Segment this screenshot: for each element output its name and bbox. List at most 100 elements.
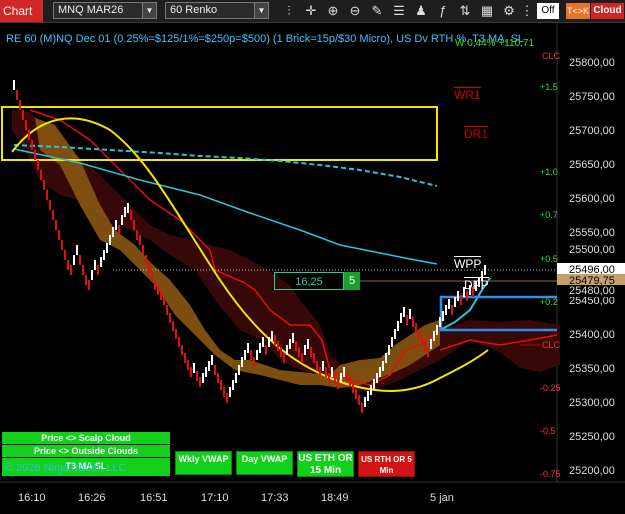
more-icon[interactable]: ⋮ — [518, 2, 536, 20]
renko-down-brick — [298, 347, 300, 357]
renko-up-brick — [241, 357, 243, 367]
renko-up-brick — [484, 265, 486, 275]
renko-up-brick — [376, 373, 378, 383]
weekly-vwap-button[interactable]: Wkly VWAP — [175, 451, 232, 475]
bar-type-icon[interactable]: ⫶ — [280, 2, 298, 20]
renko-down-brick — [184, 353, 186, 363]
renko-up-brick — [259, 343, 261, 353]
renko-down-brick — [46, 190, 48, 200]
crosshair-icon[interactable]: ✛ — [302, 2, 320, 20]
instrument-selector[interactable]: MNQ MAR26 ▼ — [53, 2, 157, 19]
y-tick-label: 25600,00 — [569, 193, 615, 205]
period-selector[interactable]: 60 Renko ▼ — [165, 2, 269, 19]
renko-down-brick — [169, 313, 171, 323]
renko-up-brick — [388, 345, 390, 355]
renko-up-brick — [340, 373, 342, 383]
trade-icon[interactable]: ⇅ — [456, 2, 474, 20]
data-box-icon[interactable]: ▦ — [478, 2, 496, 20]
renko-down-brick — [352, 383, 354, 393]
renko-up-brick — [193, 363, 195, 373]
renko-up-brick — [400, 313, 402, 323]
renko-down-brick — [214, 365, 216, 375]
chart-tab[interactable]: Chart — [0, 0, 43, 22]
renko-up-brick — [202, 373, 204, 383]
renko-down-brick — [154, 280, 156, 290]
x-tick-label: 16:51 — [140, 492, 168, 504]
renko-down-brick — [70, 265, 72, 275]
x-tick-label: 5 jan — [430, 492, 454, 504]
renko-down-brick — [220, 380, 222, 390]
indicators-icon[interactable]: ƒ — [434, 2, 452, 20]
renko-up-brick — [208, 361, 210, 371]
renko-down-brick — [277, 341, 279, 351]
renko-up-brick — [205, 367, 207, 377]
day-vwap-button[interactable]: Day VWAP — [236, 451, 293, 475]
renko-down-brick — [418, 329, 420, 339]
x-tick-label: 18:49 — [321, 492, 349, 504]
renko-up-brick — [256, 350, 258, 360]
tk-toggle-button[interactable]: T<>K — [566, 3, 590, 19]
renko-down-brick — [37, 160, 39, 170]
us-rth-or-button[interactable]: US RTH OR 5 Min — [358, 451, 415, 477]
renko-up-brick — [109, 235, 111, 245]
bid-price-tag: 25480,00 — [557, 285, 625, 297]
renko-down-brick — [424, 341, 426, 351]
renko-up-brick — [286, 345, 288, 355]
renko-down-brick — [133, 220, 135, 230]
renko-down-brick — [118, 225, 120, 235]
renko-up-brick — [271, 331, 273, 341]
off-toggle[interactable]: Off — [537, 3, 559, 19]
renko-down-brick — [130, 210, 132, 220]
renko-down-brick — [406, 315, 408, 325]
instrument-label: MNQ MAR26 — [58, 4, 124, 16]
strategies-icon[interactable]: ♟ — [412, 2, 430, 20]
risk-reward-quantity[interactable]: 5 — [344, 272, 360, 290]
draw-pencil-icon[interactable]: ✎ — [368, 2, 386, 20]
renko-up-brick — [76, 245, 78, 255]
renko-down-brick — [187, 360, 189, 370]
properties-icon[interactable]: ☰ — [390, 2, 408, 20]
renko-up-brick — [457, 291, 459, 301]
renko-up-brick — [292, 333, 294, 343]
renko-down-brick — [85, 275, 87, 285]
risk-reward-value[interactable]: 16,25 — [274, 272, 344, 290]
cloud-button[interactable]: Cloud — [591, 3, 624, 19]
wr1-label: WR1 — [454, 87, 481, 102]
renko-up-brick — [238, 365, 240, 375]
renko-up-brick — [232, 380, 234, 390]
renko-up-brick — [211, 355, 213, 365]
renko-down-brick — [421, 335, 423, 345]
renko-down-brick — [217, 373, 219, 383]
zoom-out-icon[interactable]: ⊖ — [346, 2, 364, 20]
y-tick-label: 25750,00 — [569, 91, 615, 103]
outside-clouds-button[interactable]: Price <> Outside Clouds — [2, 445, 170, 457]
renko-down-brick — [358, 395, 360, 405]
x-tick-label: 17:33 — [261, 492, 289, 504]
renko-down-brick — [55, 220, 57, 230]
scalp-cloud-button[interactable]: Price <> Scalp Cloud — [2, 432, 170, 444]
renko-up-brick — [307, 339, 309, 349]
renko-down-brick — [148, 263, 150, 273]
renko-up-brick — [106, 243, 108, 253]
renko-down-brick — [43, 180, 45, 190]
level-annotation: +1.0 — [540, 167, 558, 177]
renko-up-brick — [121, 215, 123, 225]
strategies-icon[interactable]: ⚙ — [500, 2, 518, 20]
level-annotation: -0.75 — [540, 469, 561, 479]
renko-up-brick — [127, 203, 129, 213]
y-tick-label: 25550,00 — [569, 227, 615, 239]
y-tick-label: 25500,00 — [569, 244, 615, 256]
renko-up-brick — [331, 367, 333, 377]
renko-down-brick — [460, 295, 462, 305]
renko-down-brick — [319, 367, 321, 377]
renko-down-brick — [58, 230, 60, 240]
zoom-in-icon[interactable]: ⊕ — [324, 2, 342, 20]
renko-down-brick — [181, 345, 183, 355]
renko-down-brick — [274, 335, 276, 345]
us-eth-or-button[interactable]: US ETH OR 15 Min — [297, 451, 354, 477]
renko-up-brick — [103, 250, 105, 260]
renko-down-brick — [349, 377, 351, 387]
renko-down-brick — [97, 265, 99, 275]
renko-down-brick — [79, 255, 81, 265]
renko-up-brick — [370, 385, 372, 395]
